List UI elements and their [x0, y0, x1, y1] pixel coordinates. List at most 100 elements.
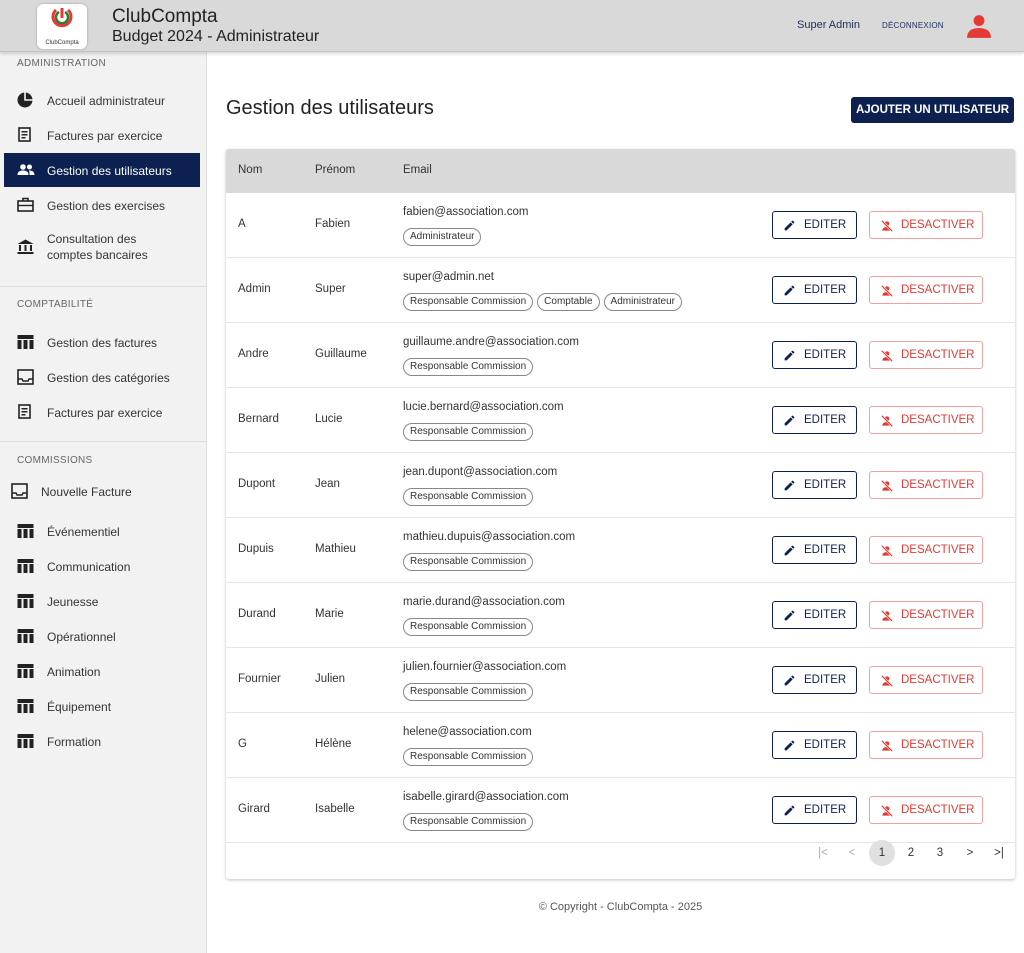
edit-button[interactable]: EDITER [772, 731, 857, 759]
logout-button[interactable]: DÉCONNEXION [882, 21, 944, 30]
last-page-button[interactable]: >| [986, 840, 1012, 866]
cell-email: fabien@association.com [403, 206, 529, 218]
pencil-icon [784, 805, 795, 816]
sidebar-item-invoices[interactable]: Gestion des factures [4, 325, 200, 359]
deactivate-button[interactable]: DESACTIVER [869, 601, 983, 629]
column-header-email[interactable]: Email [403, 164, 432, 176]
receipt-icon [18, 127, 31, 142]
pencil-icon [784, 675, 795, 686]
sidebar-item-invoices-by-year[interactable]: Factures par exercice [4, 118, 200, 152]
cell-nom: A [238, 218, 246, 230]
column-header-nom[interactable]: Nom [238, 164, 262, 176]
sidebar-item-categories[interactable]: Gestion des catégories [4, 360, 200, 394]
next-page-button[interactable]: > [957, 840, 983, 866]
pagination: |< < 1 2 3 > >| [226, 840, 1015, 866]
sidebar-item-label: Accueil administrateur [47, 94, 166, 108]
deactivate-button[interactable]: DESACTIVER [869, 796, 983, 824]
sidebar-item-jeunesse[interactable]: Jeunesse [4, 584, 200, 618]
role-chips: Responsable Commission [403, 421, 537, 441]
table-row: Dupuis Mathieu mathieu.dupuis@association.… [226, 518, 1015, 583]
section-title-commissions: COMMISSIONS [17, 455, 93, 466]
edit-button[interactable]: EDITER [772, 666, 857, 694]
page-button-3[interactable]: 3 [927, 840, 953, 866]
sidebar-item-communication[interactable]: Communication [4, 549, 200, 583]
person-off-icon [880, 544, 894, 558]
app-logo[interactable]: ClubCompta [37, 4, 87, 49]
deactivate-button[interactable]: DESACTIVER [869, 731, 983, 759]
first-page-button[interactable]: |< [810, 840, 836, 866]
sidebar-item-fiscal-years[interactable]: Gestion des exercises [4, 188, 200, 222]
pencil-icon [784, 545, 795, 556]
edit-button[interactable]: EDITER [772, 471, 857, 499]
sidebar-item-label: Consultation des comptes bancaires [47, 231, 148, 263]
role-chips: Administrateur [403, 226, 485, 246]
prev-page-button[interactable]: < [839, 840, 865, 866]
sidebar-item-invoices-by-year-2[interactable]: Factures par exercice [4, 395, 200, 429]
edit-button[interactable]: EDITER [772, 796, 857, 824]
page-title: Gestion des utilisateurs [226, 97, 434, 119]
pencil-icon [784, 415, 795, 426]
column-header-prenom[interactable]: Prénom [315, 164, 355, 176]
deactivate-button-label: DESACTIVER [901, 479, 975, 491]
inbox-icon [11, 483, 28, 499]
table-row: G Hélène helene@association.com Responsable… [226, 713, 1015, 778]
account-icon[interactable] [966, 13, 992, 39]
deactivate-button[interactable]: DESACTIVER [869, 276, 983, 304]
deactivate-button[interactable]: DESACTIVER [869, 211, 983, 239]
cell-nom: Admin [238, 283, 271, 295]
deactivate-button[interactable]: DESACTIVER [869, 406, 983, 434]
deactivate-button[interactable]: DESACTIVER [869, 666, 983, 694]
cell-prenom: Super [315, 283, 346, 295]
table-row: Bernard Lucie lucie.bernard@association.co… [226, 388, 1015, 453]
sidebar-item-users[interactable]: Gestion des utilisateurs [4, 153, 200, 187]
sidebar-item-operationnel[interactable]: Opérationnel [4, 619, 200, 653]
sidebar-item-label: Équipement [47, 700, 112, 714]
sidebar-item-equipement[interactable]: Équipement [4, 689, 200, 723]
bank-icon [17, 239, 34, 254]
sidebar-item-animation[interactable]: Animation [4, 654, 200, 688]
edit-button[interactable]: EDITER [772, 536, 857, 564]
role-chips: Responsable Commission [403, 811, 537, 831]
deactivate-button[interactable]: DESACTIVER [869, 536, 983, 564]
edit-button[interactable]: EDITER [772, 211, 857, 239]
sidebar-item-label: Événementiel [47, 525, 120, 539]
sidebar-item-bank-accounts[interactable]: Consultation des comptes bancaires [4, 227, 200, 269]
edit-button[interactable]: EDITER [772, 601, 857, 629]
edit-button-label: EDITER [804, 219, 847, 231]
edit-button[interactable]: EDITER [772, 341, 857, 369]
sidebar-item-new-invoice[interactable]: Nouvelle Facture [0, 474, 196, 508]
sidebar-item-formation[interactable]: Formation [4, 724, 200, 758]
edit-button-label: EDITER [804, 284, 847, 296]
page-button-2[interactable]: 2 [898, 840, 924, 866]
cell-email: super@admin.net [403, 271, 494, 283]
role-chips: Responsable Commission [403, 616, 537, 636]
inbox-icon [17, 369, 34, 385]
users-icon [17, 164, 35, 175]
person-off-icon [880, 479, 894, 493]
table-icon [17, 335, 34, 349]
pencil-icon [784, 350, 795, 361]
cell-email: jean.dupont@association.com [403, 466, 558, 478]
cell-email: lucie.bernard@association.com [403, 401, 564, 413]
page-button-1[interactable]: 1 [869, 840, 895, 866]
person-off-icon [880, 609, 894, 623]
sidebar-item-label-line1: Consultation des [47, 232, 137, 246]
edit-button[interactable]: EDITER [772, 406, 857, 434]
deactivate-button-label: DESACTIVER [901, 609, 975, 621]
role-chip: Responsable Commission [403, 358, 534, 376]
add-user-button[interactable]: AJOUTER UN UTILISATEUR [851, 97, 1014, 123]
table-row: Girard Isabelle isabelle.girard@associatio… [226, 778, 1015, 843]
person-off-icon [880, 414, 894, 428]
sidebar-item-evenementiel[interactable]: Événementiel [4, 514, 200, 548]
sidebar-item-label: Factures par exercice [47, 406, 163, 420]
user-name[interactable]: Super Admin [797, 19, 860, 31]
table-icon [17, 734, 34, 748]
deactivate-button[interactable]: DESACTIVER [869, 471, 983, 499]
role-chip: Administrateur [603, 293, 682, 311]
cell-prenom: Guillaume [315, 348, 367, 360]
sidebar-item-label: Nouvelle Facture [41, 485, 132, 499]
app-title: ClubCompta [112, 6, 218, 27]
edit-button[interactable]: EDITER [772, 276, 857, 304]
sidebar-item-admin-home[interactable]: Accueil administrateur [4, 83, 200, 117]
deactivate-button[interactable]: DESACTIVER [869, 341, 983, 369]
